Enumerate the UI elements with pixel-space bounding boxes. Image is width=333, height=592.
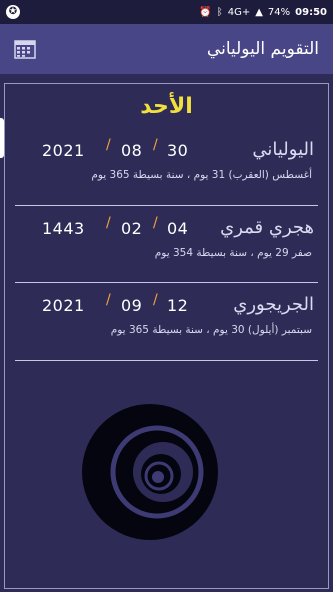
year-value: 2021 [42, 141, 85, 160]
alarm-icon: ⏰ [199, 6, 212, 18]
divider [15, 282, 318, 283]
date-separator: / [106, 215, 111, 231]
battery-level: 74% [267, 6, 291, 18]
date-conversion-card: الأحد اليولياني 2021 / 08 / 30 أغسطس (ال… [4, 83, 329, 589]
signal-icon: ▲ [255, 6, 263, 18]
calendar-name: الجريجوري [233, 294, 314, 315]
calendar-row-gregorian[interactable]: الجريجوري 2021 / 09 / 12 سبتمبر (أيلول) … [15, 292, 320, 336]
notification-icon: ✪ [6, 5, 20, 19]
bluetooth-icon: ᛒ [216, 6, 223, 18]
date-separator: / [153, 215, 158, 231]
date-separator: / [106, 137, 111, 153]
calendar-grid-icon[interactable] [14, 39, 36, 59]
moon-phase-icon [82, 392, 225, 551]
year-value: 2021 [42, 296, 85, 315]
year-value: 1443 [42, 219, 85, 238]
month-value: 02 [121, 219, 143, 238]
month-value: 09 [121, 296, 143, 315]
day-value: 12 [167, 296, 189, 315]
calendar-info: صفر 29 يوم ، سنة بسيطة 354 يوم [154, 247, 312, 259]
calendar-row-hijri[interactable]: هجري قمري 1443 / 02 / 04 صفر 29 يوم ، سن… [15, 215, 320, 259]
day-value: 04 [167, 219, 189, 238]
page-title: التقويم اليولياني [206, 39, 319, 59]
date-separator: / [106, 292, 111, 308]
status-icons: ⏰ ᛒ 4G+ ▲ 74% 09:50 [199, 7, 327, 18]
month-value: 08 [121, 141, 143, 160]
calendar-name: اليولياني [252, 139, 314, 160]
calendar-row-julian[interactable]: اليولياني 2021 / 08 / 30 أغسطس (العقرب) … [15, 137, 320, 181]
clock: 09:50 [295, 6, 327, 18]
calendar-name: هجري قمري [220, 217, 314, 238]
day-value: 30 [167, 141, 189, 160]
calendar-info: سبتمبر (أيلول) 30 يوم ، سنة بسيطة 365 يو… [110, 324, 312, 336]
status-bar: ✪ ⏰ ᛒ 4G+ ▲ 74% 09:50 [0, 0, 333, 24]
network-type: 4G+ [227, 6, 251, 18]
calendar-info: أغسطس (العقرب) 31 يوم ، سنة بسيطة 365 يو… [91, 169, 312, 181]
date-separator: / [153, 292, 158, 308]
divider [15, 205, 318, 206]
date-separator: / [153, 137, 158, 153]
app-bar: التقويم اليولياني [0, 24, 333, 74]
weekday-label: الأحد [140, 94, 193, 119]
divider [15, 360, 318, 361]
